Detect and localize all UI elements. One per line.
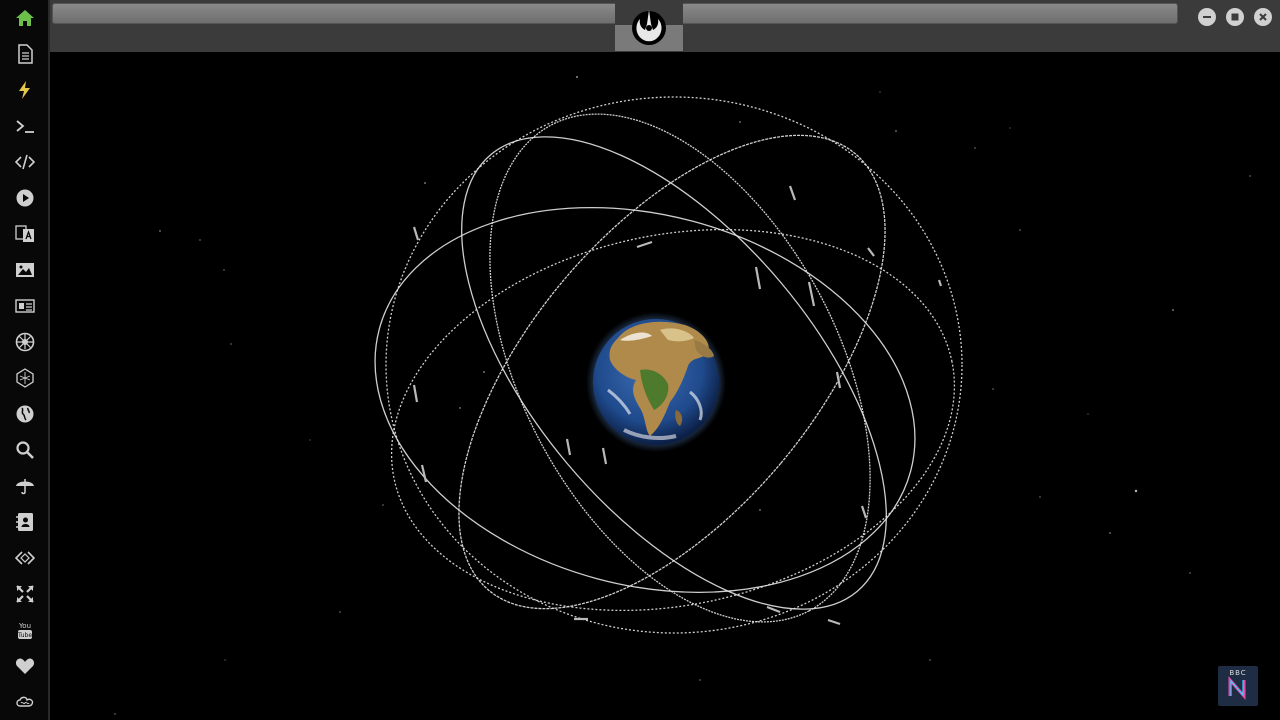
maximize-button[interactable] — [1226, 8, 1244, 26]
terminal-icon — [16, 120, 34, 133]
youtube-icon: You Tube — [17, 622, 32, 639]
code-icon — [15, 154, 35, 170]
galactic-empire-icon — [15, 332, 35, 352]
sidebar-item-lightning[interactable] — [8, 75, 42, 105]
sidebar-item-youtube[interactable]: You Tube — [8, 615, 42, 645]
sidebar-item-code[interactable] — [8, 147, 42, 177]
sidebar-item-empire[interactable] — [8, 327, 42, 357]
translate-icon — [15, 225, 34, 242]
search-icon — [16, 441, 34, 459]
image-icon — [16, 263, 34, 277]
sidebar-item-cloud[interactable] — [8, 687, 42, 717]
sidebar-item-search[interactable] — [8, 435, 42, 465]
minimize-icon — [1203, 16, 1211, 18]
sidebar-item-translate[interactable] — [8, 219, 42, 249]
expand-icon — [16, 585, 34, 603]
n-logo-icon — [1228, 676, 1246, 700]
close-button[interactable] — [1254, 8, 1272, 26]
home-icon — [16, 10, 34, 26]
umbrella-icon — [16, 479, 34, 495]
sidebar-item-terminal[interactable] — [8, 111, 42, 141]
sidebar-item-play[interactable] — [8, 183, 42, 213]
maximize-icon — [1231, 13, 1239, 21]
code-tags-icon — [15, 551, 35, 565]
bbc-news-logo: BBC — [1218, 666, 1258, 706]
earth-globe — [593, 319, 719, 445]
sidebar-item-heart[interactable] — [8, 651, 42, 681]
infinity-cloud-icon — [16, 696, 34, 707]
globe-icon — [16, 405, 34, 423]
close-icon — [1259, 13, 1267, 21]
rebel-alliance-icon — [632, 10, 666, 45]
sidebar-item-hexagon[interactable] — [8, 363, 42, 393]
satellite-orbit-visualization — [114, 76, 1251, 715]
sidebar-item-image[interactable] — [8, 255, 42, 285]
sidebar-item-expand[interactable] — [8, 579, 42, 609]
contacts-icon — [16, 513, 33, 531]
sidebar-item-code-tags[interactable] — [8, 543, 42, 573]
video-viewport[interactable] — [50, 52, 1280, 720]
sidebar-item-globe[interactable] — [8, 399, 42, 429]
minimize-button[interactable] — [1198, 8, 1216, 26]
heart-icon — [15, 658, 35, 674]
hexagon-icon — [16, 368, 34, 388]
lightning-icon — [19, 81, 30, 99]
svg-text:You: You — [18, 622, 31, 630]
sidebar-item-document[interactable] — [8, 39, 42, 69]
play-icon — [16, 189, 34, 207]
svg-text:Tube: Tube — [17, 632, 32, 639]
sidebar-item-contacts[interactable] — [8, 507, 42, 537]
sidebar-item-news[interactable] — [8, 291, 42, 321]
document-icon — [18, 44, 33, 64]
newspaper-icon — [15, 299, 35, 313]
sidebar-item-umbrella[interactable] — [8, 471, 42, 501]
sidebar-item-home[interactable] — [8, 3, 42, 33]
sidebar: You Tube — [0, 0, 50, 720]
